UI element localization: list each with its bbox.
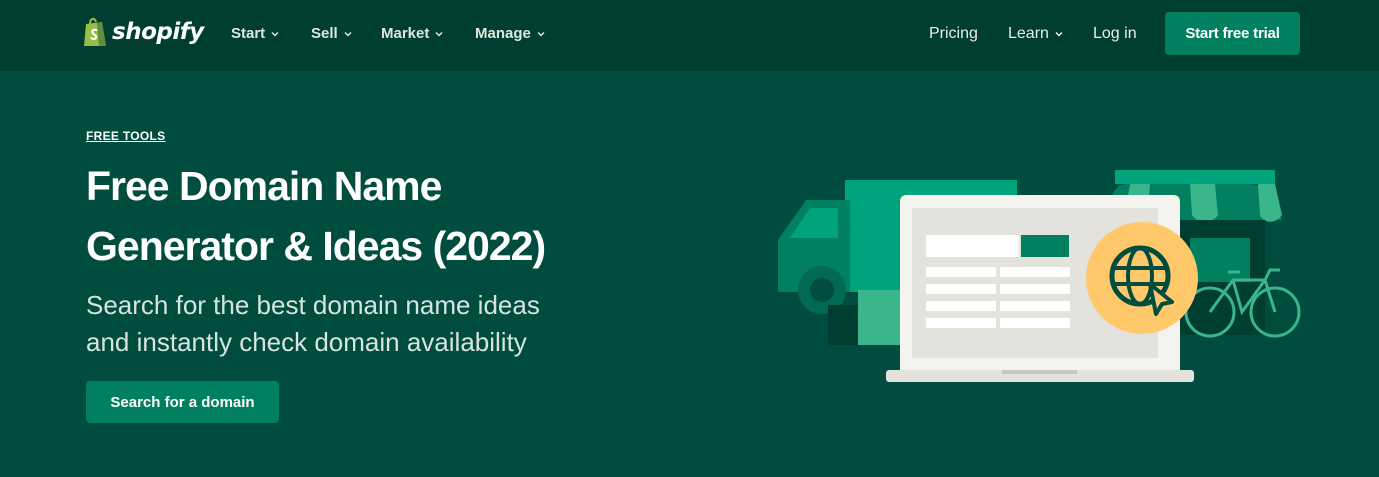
page-subtitle: Search for the best domain name ideas an… bbox=[86, 287, 646, 361]
page-title-line-2: Generator & Ideas (2022) bbox=[86, 223, 546, 269]
shopify-bag-icon bbox=[84, 17, 106, 46]
nav-item-market[interactable]: Market bbox=[381, 25, 444, 42]
page-subtitle-line-2: and instantly check domain availability bbox=[86, 327, 527, 357]
nav-item-learn[interactable]: Learn bbox=[1008, 25, 1064, 43]
chevron-down-icon bbox=[344, 31, 352, 37]
nav-link-login[interactable]: Log in bbox=[1093, 25, 1137, 43]
top-navigation: shopify Start Sell Market Manage Pricing… bbox=[0, 0, 1379, 71]
eyebrow-link[interactable]: FREE TOOLS bbox=[86, 129, 165, 143]
nav-item-manage[interactable]: Manage bbox=[475, 25, 546, 42]
nav-link-label: Pricing bbox=[929, 25, 978, 42]
nav-item-label: Learn bbox=[1008, 25, 1049, 42]
nav-link-label: Log in bbox=[1093, 25, 1137, 42]
logo-text: shopify bbox=[112, 19, 204, 45]
nav-item-label: Sell bbox=[311, 25, 338, 42]
page-title: Free Domain Name Generator & Ideas (2022… bbox=[86, 156, 646, 276]
page-subtitle-line-1: Search for the best domain name ideas bbox=[86, 290, 540, 320]
nav-item-label: Market bbox=[381, 25, 430, 42]
chevron-down-icon bbox=[537, 31, 545, 37]
shopify-logo[interactable]: shopify bbox=[82, 16, 204, 48]
start-free-trial-button[interactable]: Start free trial bbox=[1165, 12, 1300, 55]
nav-item-label: Start bbox=[231, 25, 266, 42]
search-domain-button[interactable]: Search for a domain bbox=[86, 381, 279, 423]
nav-item-sell[interactable]: Sell bbox=[311, 25, 353, 42]
hero-illustration bbox=[778, 170, 1301, 382]
nav-link-pricing[interactable]: Pricing bbox=[929, 25, 978, 43]
globe-cursor-icon bbox=[1086, 222, 1198, 334]
chevron-down-icon bbox=[271, 31, 279, 37]
chevron-down-icon bbox=[1055, 31, 1063, 37]
page-title-line-1: Free Domain Name bbox=[86, 163, 442, 209]
nav-item-start[interactable]: Start bbox=[231, 25, 280, 42]
chevron-down-icon bbox=[435, 31, 443, 37]
nav-item-label: Manage bbox=[475, 25, 531, 42]
